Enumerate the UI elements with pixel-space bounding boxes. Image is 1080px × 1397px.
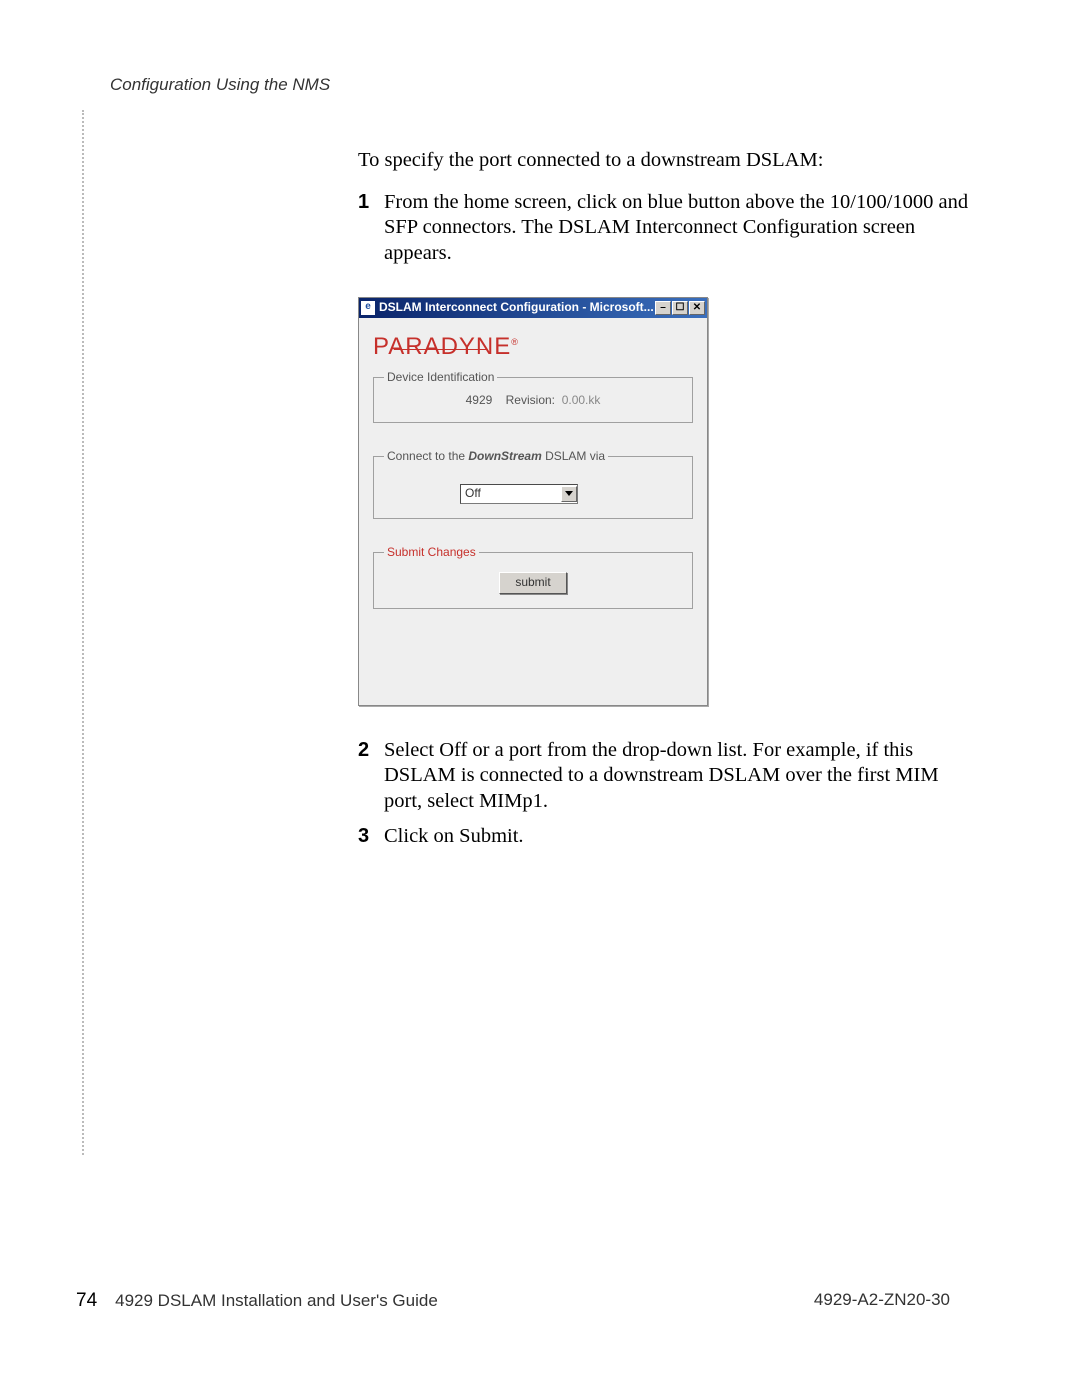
chevron-down-icon: [565, 491, 573, 496]
brand-registered: ®: [511, 337, 519, 347]
downstream-connect-group: Connect to the DownStream DSLAM via Off: [373, 449, 693, 519]
step-3: 3 Click on Submit.: [358, 824, 978, 850]
step-number: 3: [358, 824, 384, 850]
window-controls: – ☐ ✕: [655, 301, 705, 315]
step-text: Click on Submit.: [384, 824, 978, 850]
select-value: Off: [465, 486, 481, 501]
legend-post: DSLAM via: [542, 449, 605, 463]
lower-steps: 2 Select Off or a port from the drop-dow…: [358, 738, 978, 851]
minimize-button[interactable]: –: [655, 301, 671, 315]
window-title: DSLAM Interconnect Configuration - Micro…: [379, 300, 655, 315]
page-footer: 74 4929 DSLAM Installation and User's Gu…: [0, 1290, 1080, 1312]
select-wrap: Off: [384, 472, 682, 504]
device-id-value: 4929: [466, 393, 493, 407]
step-text: Select Off or a port from the drop-down …: [384, 738, 978, 815]
submit-button[interactable]: submit: [499, 572, 567, 594]
brand-text: PARADYNE: [373, 333, 511, 360]
brand-strike-icon: [394, 349, 486, 350]
downstream-port-select[interactable]: Off: [460, 484, 578, 504]
footer-doc-title: 4929 DSLAM Installation and User's Guide: [115, 1291, 438, 1311]
maximize-button[interactable]: ☐: [672, 301, 688, 315]
app-icon: e: [361, 301, 375, 315]
brand-logo: PARADYNE®: [373, 332, 693, 362]
titlebar: e DSLAM Interconnect Configuration - Mic…: [359, 298, 707, 318]
submit-changes-group: Submit Changes submit: [373, 545, 693, 609]
submit-legend: Submit Changes: [384, 545, 479, 560]
footer-doc-code: 4929-A2-ZN20-30: [814, 1290, 950, 1312]
close-button[interactable]: ✕: [689, 301, 705, 315]
legend-em: DownStream: [468, 449, 541, 463]
revision-value: 0.00.kk: [558, 393, 600, 407]
running-header: Configuration Using the NMS: [110, 75, 330, 95]
footer-left: 74 4929 DSLAM Installation and User's Gu…: [76, 1290, 438, 1312]
downstream-legend: Connect to the DownStream DSLAM via: [384, 449, 608, 464]
revision-label: Revision:: [506, 393, 555, 407]
page-number: 74: [76, 1290, 97, 1312]
device-identification-group: Device Identification 4929 Revision: 0.0…: [373, 370, 693, 423]
legend-pre: Connect to the: [387, 449, 468, 463]
window-body: PARADYNE® Device Identification 4929 Rev…: [359, 318, 707, 705]
embedded-screenshot: e DSLAM Interconnect Configuration - Mic…: [358, 297, 978, 706]
intro-text: To specify the port connected to a downs…: [358, 148, 978, 174]
app-window: e DSLAM Interconnect Configuration - Mic…: [358, 297, 708, 706]
step-text: From the home screen, click on blue butt…: [384, 190, 978, 267]
step-1: 1 From the home screen, click on blue bu…: [358, 190, 978, 267]
main-content: To specify the port connected to a downs…: [358, 148, 978, 860]
device-id-row: 4929 Revision: 0.00.kk: [384, 393, 682, 408]
submit-wrap: submit: [384, 568, 682, 594]
device-id-legend: Device Identification: [384, 370, 497, 385]
margin-rule: [82, 110, 84, 1155]
dropdown-button[interactable]: [561, 486, 577, 502]
step-number: 2: [358, 738, 384, 815]
step-number: 1: [358, 190, 384, 267]
step-2: 2 Select Off or a port from the drop-dow…: [358, 738, 978, 815]
